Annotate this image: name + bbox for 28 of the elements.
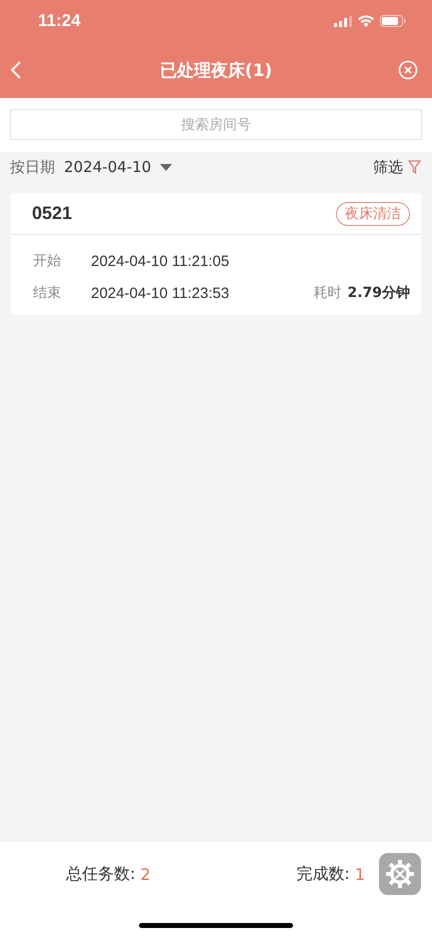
status-time: 11:24 [38,11,81,31]
stat-label: 完成数: [296,864,350,884]
duration-value: 2.79分钟 [347,284,410,302]
search-field[interactable]: 搜索房间号 [10,109,422,140]
end-label: 结束 [33,284,62,302]
back-icon[interactable] [11,61,21,79]
duration-label: 耗时 [313,284,342,302]
filter-button[interactable]: 筛选 [373,158,421,176]
stat-value: 2 [140,864,151,884]
wifi-icon [358,15,374,27]
funnel-icon [408,160,421,174]
stat-value: 1 [354,864,365,884]
room-number: 0521 [32,203,72,224]
start-time: 2024-04-10 11:21:05 [91,252,230,270]
page-title: 已处理夜床(1) [160,60,272,82]
date-dropdown[interactable]: 2024-04-10 [64,158,172,176]
date-label: 按日期 [10,158,55,176]
gear-icon [385,859,415,889]
signal-icon [334,16,352,26]
task-tag: 夜床清洁 [336,202,410,226]
start-label: 开始 [33,252,62,270]
caret-icon [160,164,172,170]
tools-button[interactable] [379,853,421,895]
battery-icon [380,15,406,27]
stat-label: 总任务数: [66,864,136,884]
close-icon[interactable] [398,60,418,80]
end-time: 2024-04-10 11:23:53 [91,284,230,302]
record-card[interactable]: 0521 夜床清洁 开始 2024-04-10 11:21:05 结束 2024-04-10 11:23:53 耗时 2.79分钟 [11,193,421,315]
